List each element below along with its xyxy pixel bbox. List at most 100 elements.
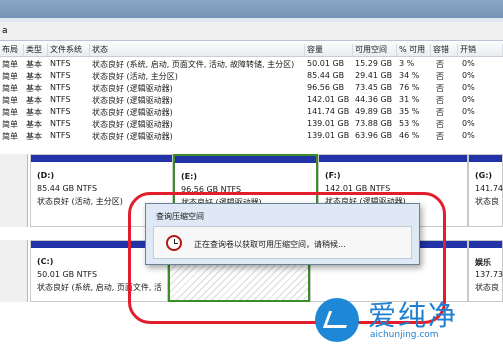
cell-overhead: 0% [462,71,475,80]
partition-name: (E:) [181,172,197,181]
partition-name: 娱乐 [475,258,491,267]
col-capacity[interactable]: 容量 [305,44,353,56]
cell-capacity: 85.44 GB [307,71,345,80]
cell-status: 状态良好 (逻辑驱动器) [92,96,173,105]
partition-size: 50.01 GB NTFS [37,270,98,279]
cell-layout: 简单 [2,108,18,117]
cell-percent-free: 53 % [399,119,420,128]
window-title-strip [0,0,503,22]
cell-capacity: 96.56 GB [307,83,345,92]
volume-table: 布局 类型 文件系统 状态 容量 可用空间 % 可用 容错 开销 简单 基本 N… [0,40,503,150]
cell-filesystem: NTFS [50,119,71,128]
cell-filesystem: NTFS [50,83,71,92]
cell-fault-tolerance: 否 [436,60,444,69]
cell-fault-tolerance: 否 [436,84,444,93]
cell-free-space: 15.29 GB [355,59,393,68]
cell-status: 状态良好 (系统, 启动, 页面文件, 活动, 故障转储, 主分区) [92,60,295,69]
cell-filesystem: NTFS [50,71,71,80]
partition-name: (D:) [37,171,55,180]
partition-size: 96.56 GB NTFS [181,185,242,194]
cell-fault-tolerance: 否 [436,96,444,105]
cell-overhead: 0% [462,107,475,116]
cell-filesystem: NTFS [50,107,71,116]
cell-overhead: 0% [462,83,475,92]
cell-fault-tolerance: 否 [436,132,444,141]
col-status[interactable]: 状态 [90,44,305,56]
cell-filesystem: NTFS [50,59,71,68]
watermark: 爱纯净 aichunjing.com [300,294,503,353]
cell-fault-tolerance: 否 [436,120,444,129]
table-row[interactable]: 简单 基本 NTFS 状态良好 (逻辑驱动器) 139.01 GB 63.96 … [0,130,503,142]
cell-free-space: 73.45 GB [355,83,393,92]
watermark-domain: aichunjing.com [370,330,439,340]
cell-free-space: 49.89 GB [355,107,393,116]
cell-free-space: 73.88 GB [355,119,393,128]
cell-filesystem: NTFS [50,131,71,140]
cell-layout: 简单 [2,120,18,129]
dialog-message: 正在查询卷以获取可用压缩空间，请稍候... [194,240,346,249]
partition-bar [31,155,172,162]
cell-fault-tolerance: 否 [436,108,444,117]
cell-status: 状态良好 (逻辑驱动器) [92,108,173,117]
cell-overhead: 0% [462,95,475,104]
col-fault-tolerance[interactable]: 容错 [431,44,458,56]
cell-layout: 简单 [2,84,18,93]
col-free-space[interactable]: 可用空间 [353,44,397,56]
cell-fault-tolerance: 否 [436,72,444,81]
clock-icon [166,235,182,251]
table-row[interactable]: 简单 基本 NTFS 状态良好 (逻辑驱动器) 141.74 GB 49.89 … [0,106,503,118]
cell-layout: 简单 [2,96,18,105]
partition-size: 85.44 GB NTFS [37,184,98,193]
partition-size: 142.01 GB NTFS [325,184,391,193]
partition-status: 状态良好 (活动, 主分区) [37,197,123,206]
cell-status: 状态良好 (逻辑驱动器) [92,120,173,129]
table-row[interactable]: 简单 基本 NTFS 状态良好 (活动, 主分区) 85.44 GB 29.41… [0,70,503,82]
table-row[interactable]: 简单 基本 NTFS 状态良好 (逻辑驱动器) 96.56 GB 73.45 G… [0,82,503,94]
partition-status: 状态良好 (系统, 启动, 页面文件, 活 [37,283,162,292]
cell-type: 基本 [26,132,42,141]
disk-label-top[interactable] [0,154,28,227]
partition-name: (F:) [325,171,341,180]
title-strip-edge [0,18,503,22]
table-row[interactable]: 简单 基本 NTFS 状态良好 (逻辑驱动器) 139.01 GB 73.88 … [0,118,503,130]
menu-glyph: a [2,26,8,36]
table-row[interactable]: 简单 基本 NTFS 状态良好 (逻辑驱动器) 142.01 GB 44.36 … [0,94,503,106]
partition-size: 141.74 [475,184,503,193]
watermark-brand: 爱纯净 [368,299,459,332]
cell-capacity: 50.01 GB [307,59,345,68]
cell-overhead: 0% [462,119,475,128]
cell-overhead: 0% [462,59,475,68]
volume-table-header: 布局 类型 文件系统 状态 容量 可用空间 % 可用 容错 开销 [0,41,503,57]
partition-bar [469,155,502,162]
cell-type: 基本 [26,72,42,81]
cell-free-space: 44.36 GB [355,95,393,104]
col-layout[interactable]: 布局 [0,44,24,56]
col-overhead[interactable]: 开销 [458,44,503,56]
cell-percent-free: 76 % [399,83,420,92]
partition-entertainment[interactable]: 娱乐 137.73 状态良 [468,240,503,302]
disk-label-bottom[interactable] [0,240,28,302]
col-filesystem[interactable]: 文件系统 [48,44,90,56]
cell-type: 基本 [26,84,42,93]
partition-name: (G:) [475,171,493,180]
col-percent-free[interactable]: % 可用 [397,44,431,56]
cell-percent-free: 46 % [399,131,420,140]
dialog-body: 正在查询卷以获取可用压缩空间，请稍候... [153,226,412,259]
cell-status: 状态良好 (逻辑驱动器) [92,84,173,93]
cell-type: 基本 [26,108,42,117]
partition-bar [469,241,502,248]
cell-capacity: 142.01 GB [307,95,350,104]
cell-percent-free: 31 % [399,95,420,104]
cell-layout: 简单 [2,72,18,81]
cell-filesystem: NTFS [50,95,71,104]
query-shrink-dialog[interactable]: 查询压缩空间 正在查询卷以获取可用压缩空间，请稍候... [145,203,420,265]
partition-g[interactable]: (G:) 141.74 状态良 [468,154,503,227]
cell-percent-free: 34 % [399,71,420,80]
partition-bar [175,156,316,163]
table-row[interactable]: 简单 基本 NTFS 状态良好 (系统, 启动, 页面文件, 活动, 故障转储,… [0,58,503,70]
cell-type: 基本 [26,60,42,69]
dialog-title: 查询压缩空间 [156,212,204,221]
cell-percent-free: 3 % [399,59,415,68]
col-type[interactable]: 类型 [24,44,48,56]
partition-status: 状态良 [475,283,499,292]
